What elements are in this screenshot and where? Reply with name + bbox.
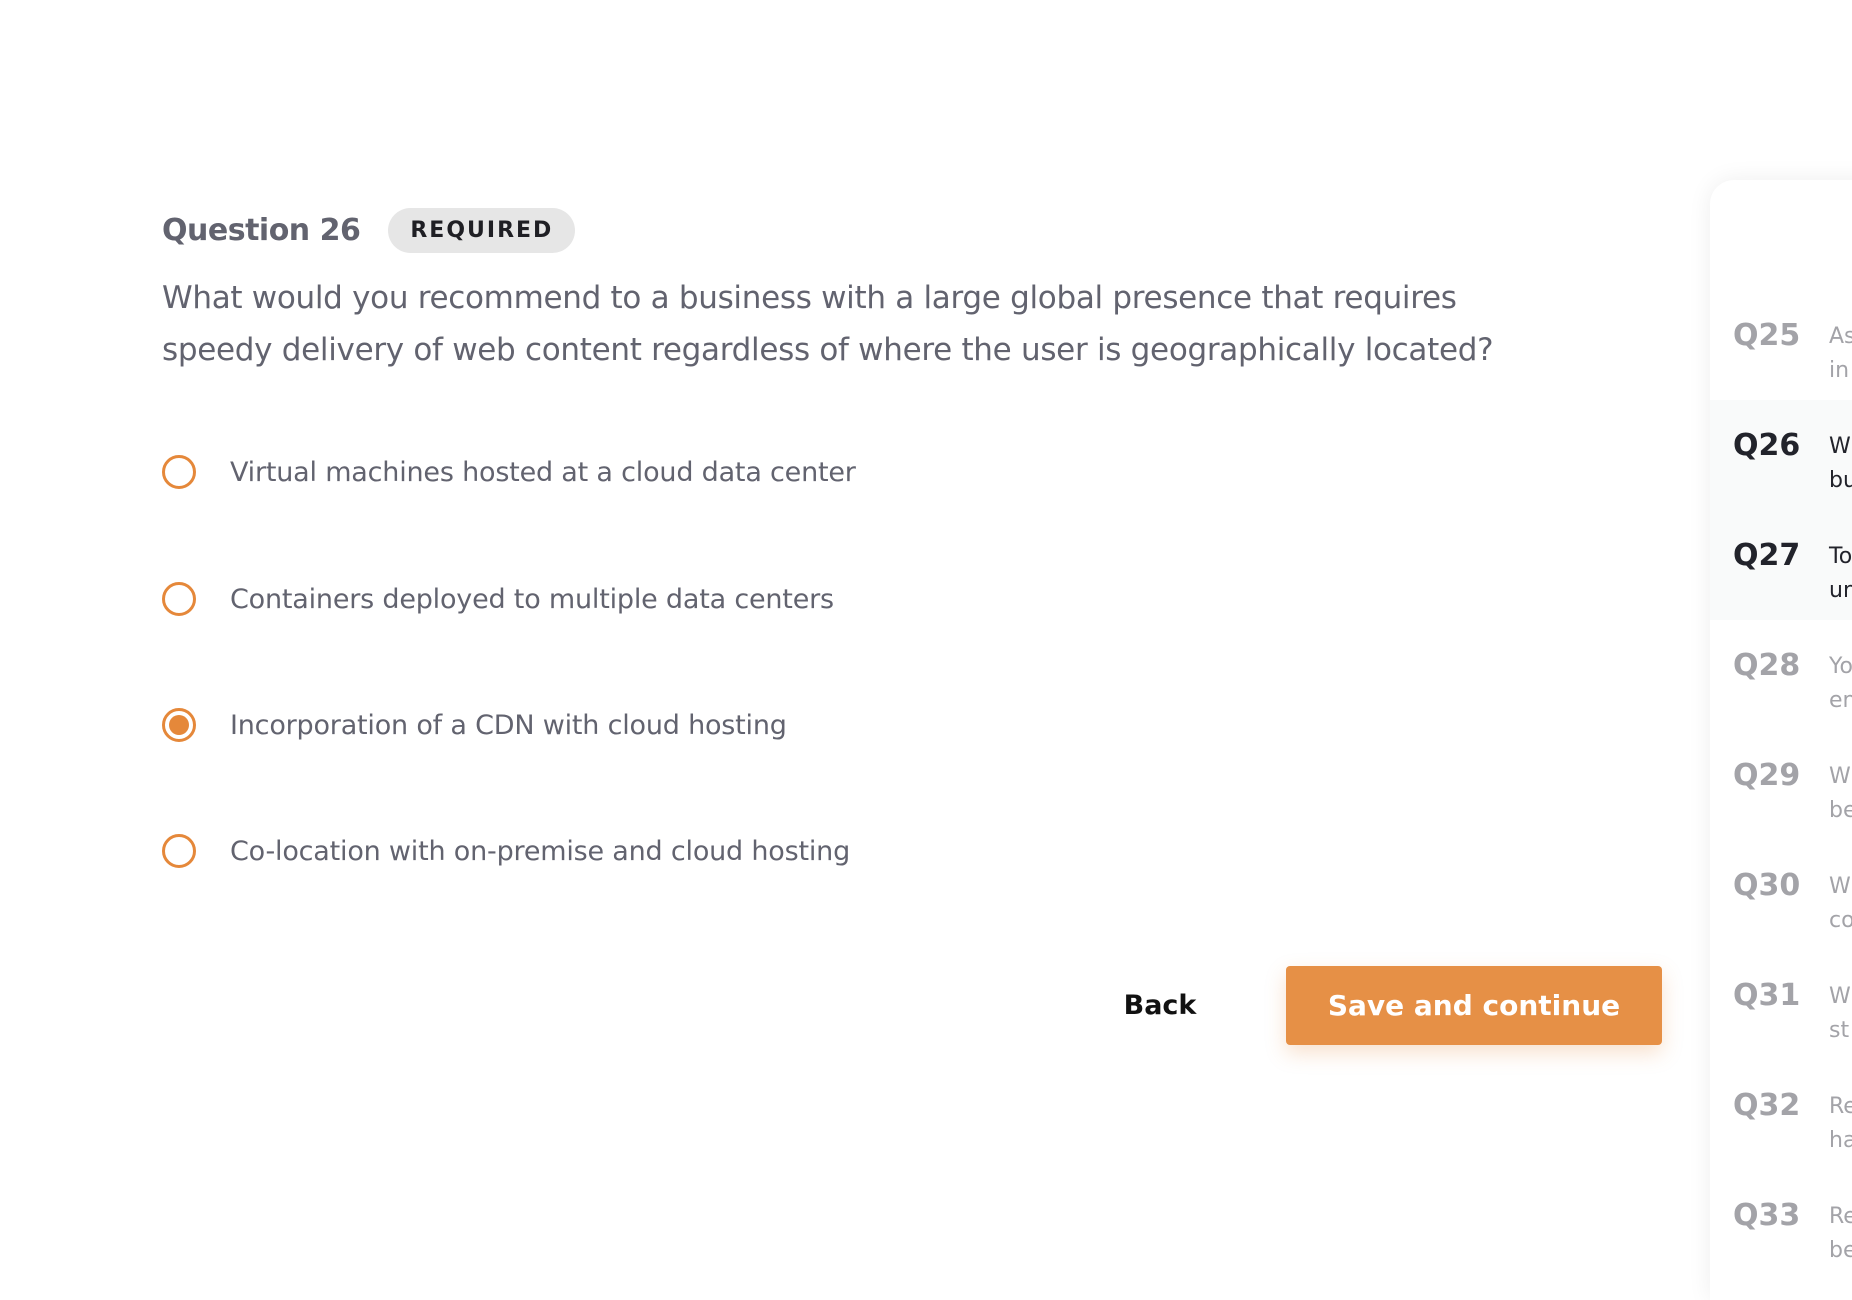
question-number: Q29 bbox=[1733, 758, 1801, 793]
question-title: Question 26 bbox=[162, 213, 361, 248]
question-preview: W be bbox=[1829, 764, 1852, 823]
question-header: Question 26 REQUIRED bbox=[162, 208, 576, 253]
save-label: Save and continue bbox=[1327, 989, 1621, 1022]
radio-button[interactable] bbox=[162, 582, 196, 616]
question-preview: W bu bbox=[1829, 434, 1852, 493]
answer-option[interactable]: Co-location with on-premise and cloud ho… bbox=[162, 834, 850, 868]
question-number: Q26 bbox=[1733, 428, 1801, 463]
required-badge: REQUIRED bbox=[388, 208, 576, 253]
question-preview: Re ha bbox=[1829, 1094, 1852, 1153]
option-label: Containers deployed to multiple data cen… bbox=[230, 583, 834, 615]
question-nav-item[interactable]: Q31 W st bbox=[1710, 950, 1852, 1060]
question-nav-item[interactable]: Q25 As in bbox=[1710, 290, 1852, 400]
question-number: Q30 bbox=[1733, 868, 1801, 903]
question-preview: W st bbox=[1829, 984, 1851, 1043]
question-navigator-panel: Q25 As in Q26 W bu Q27 To un Q28 Yo en Q29 W be Q3… bbox=[1710, 180, 1852, 1300]
question-number: Q31 bbox=[1733, 978, 1801, 1013]
answer-option[interactable]: Containers deployed to multiple data cen… bbox=[162, 582, 834, 616]
question-preview: Yo en bbox=[1829, 654, 1852, 713]
question-number: Q28 bbox=[1733, 648, 1801, 683]
question-number: Q27 bbox=[1733, 538, 1801, 573]
answer-option[interactable]: Virtual machines hosted at a cloud data … bbox=[162, 455, 856, 489]
option-label: Co-location with on-premise and cloud ho… bbox=[230, 835, 851, 867]
answer-option[interactable]: Incorporation of a CDN with cloud hostin… bbox=[162, 708, 787, 742]
question-number: Q25 bbox=[1733, 318, 1801, 353]
question-preview: Re be bbox=[1829, 1204, 1852, 1263]
question-nav-item[interactable]: Q26 W bu bbox=[1710, 400, 1852, 510]
radio-button[interactable] bbox=[162, 834, 196, 868]
question-nav-item[interactable]: Q29 W be bbox=[1710, 730, 1852, 840]
question-text: What would you recommend to a business w… bbox=[162, 280, 1494, 368]
question-nav-item[interactable]: Q28 Yo en bbox=[1710, 620, 1852, 730]
back-button[interactable]: Back bbox=[1100, 984, 1220, 1028]
question-preview: W co bbox=[1829, 874, 1852, 933]
question-number: Q32 bbox=[1733, 1088, 1801, 1123]
question-preview: To un bbox=[1829, 544, 1852, 603]
option-label: Virtual machines hosted at a cloud data … bbox=[230, 456, 856, 488]
save-and-continue-button[interactable]: Save and continue bbox=[1286, 966, 1662, 1045]
question-nav-item[interactable]: Q32 Re ha bbox=[1710, 1060, 1852, 1170]
question-nav-item[interactable]: Q27 To un bbox=[1710, 510, 1852, 620]
option-label: Incorporation of a CDN with cloud hostin… bbox=[230, 709, 787, 741]
question-number: Q33 bbox=[1733, 1198, 1801, 1233]
radio-button[interactable] bbox=[162, 455, 196, 489]
question-preview: As in bbox=[1829, 324, 1852, 383]
question-nav-item[interactable]: Q33 Re be bbox=[1710, 1170, 1852, 1280]
radio-button[interactable] bbox=[162, 708, 196, 742]
question-nav-item[interactable]: Q30 W co bbox=[1710, 840, 1852, 950]
radio-selected-dot bbox=[169, 715, 189, 735]
